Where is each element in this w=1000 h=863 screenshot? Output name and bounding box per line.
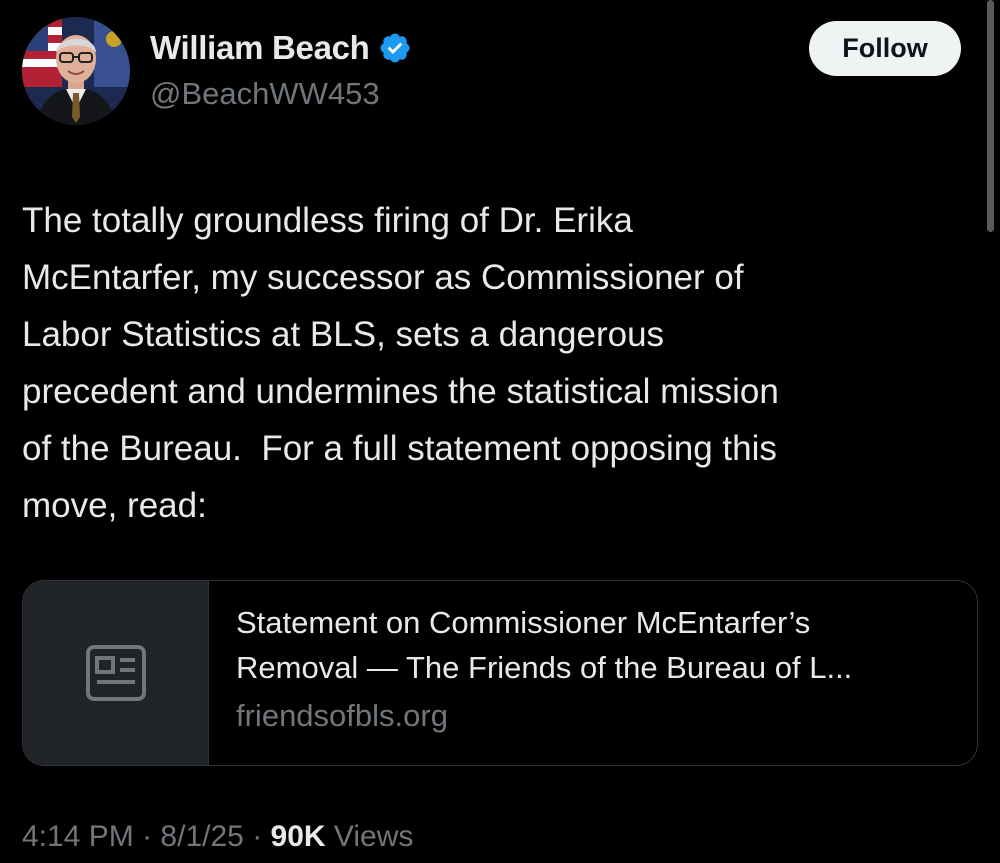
- article-icon: [85, 645, 146, 701]
- tweet-meta: 4:14 PM · 8/1/25 · 90K Views: [22, 820, 413, 854]
- link-card-thumbnail[interactable]: [23, 581, 209, 765]
- tweet-time[interactable]: 4:14 PM: [22, 820, 134, 853]
- tweet-text: The totally groundless firing of Dr. Eri…: [22, 192, 962, 534]
- author-name-row[interactable]: William Beach: [150, 26, 412, 70]
- verified-badge-icon[interactable]: [378, 31, 412, 65]
- views-count[interactable]: 90K: [271, 820, 326, 853]
- author-avatar[interactable]: [22, 17, 130, 125]
- follow-button[interactable]: Follow: [809, 21, 961, 76]
- tweet-date[interactable]: 8/1/25: [160, 820, 243, 853]
- link-card-title-line: Statement on Commissioner McEntarfer’s: [236, 605, 811, 640]
- tweet-text-line: The totally groundless firing of Dr. Eri…: [22, 201, 633, 240]
- link-card-title[interactable]: Statement on Commissioner McEntarfer’s R…: [236, 600, 966, 690]
- views-label[interactable]: Views: [334, 820, 413, 853]
- author-handle[interactable]: @BeachWW453: [150, 76, 380, 112]
- tweet-text-line: precedent and undermines the statistical…: [22, 372, 779, 411]
- author-display-name[interactable]: William Beach: [150, 29, 370, 67]
- link-card-title-line: Removal — The Friends of the Bureau of L…: [236, 650, 853, 685]
- tweet-text-line: Labor Statistics at BLS, sets a dangerou…: [22, 315, 665, 354]
- link-card-body[interactable]: Statement on Commissioner McEntarfer’s R…: [209, 581, 977, 765]
- tweet-text-line: of the Bureau. For a full statement oppo…: [22, 429, 777, 468]
- scrollbar-thumb[interactable]: [987, 0, 994, 232]
- meta-separator: ·: [142, 820, 153, 853]
- link-card-domain: friendsofbls.org: [236, 698, 448, 733]
- profile-photo: [22, 17, 130, 125]
- tweet-text-line: McEntarfer, my successor as Commissioner…: [22, 258, 744, 297]
- link-preview-card[interactable]: Statement on Commissioner McEntarfer’s R…: [22, 580, 978, 766]
- tweet-text-line: move, read:: [22, 486, 207, 525]
- meta-separator: ·: [252, 820, 263, 853]
